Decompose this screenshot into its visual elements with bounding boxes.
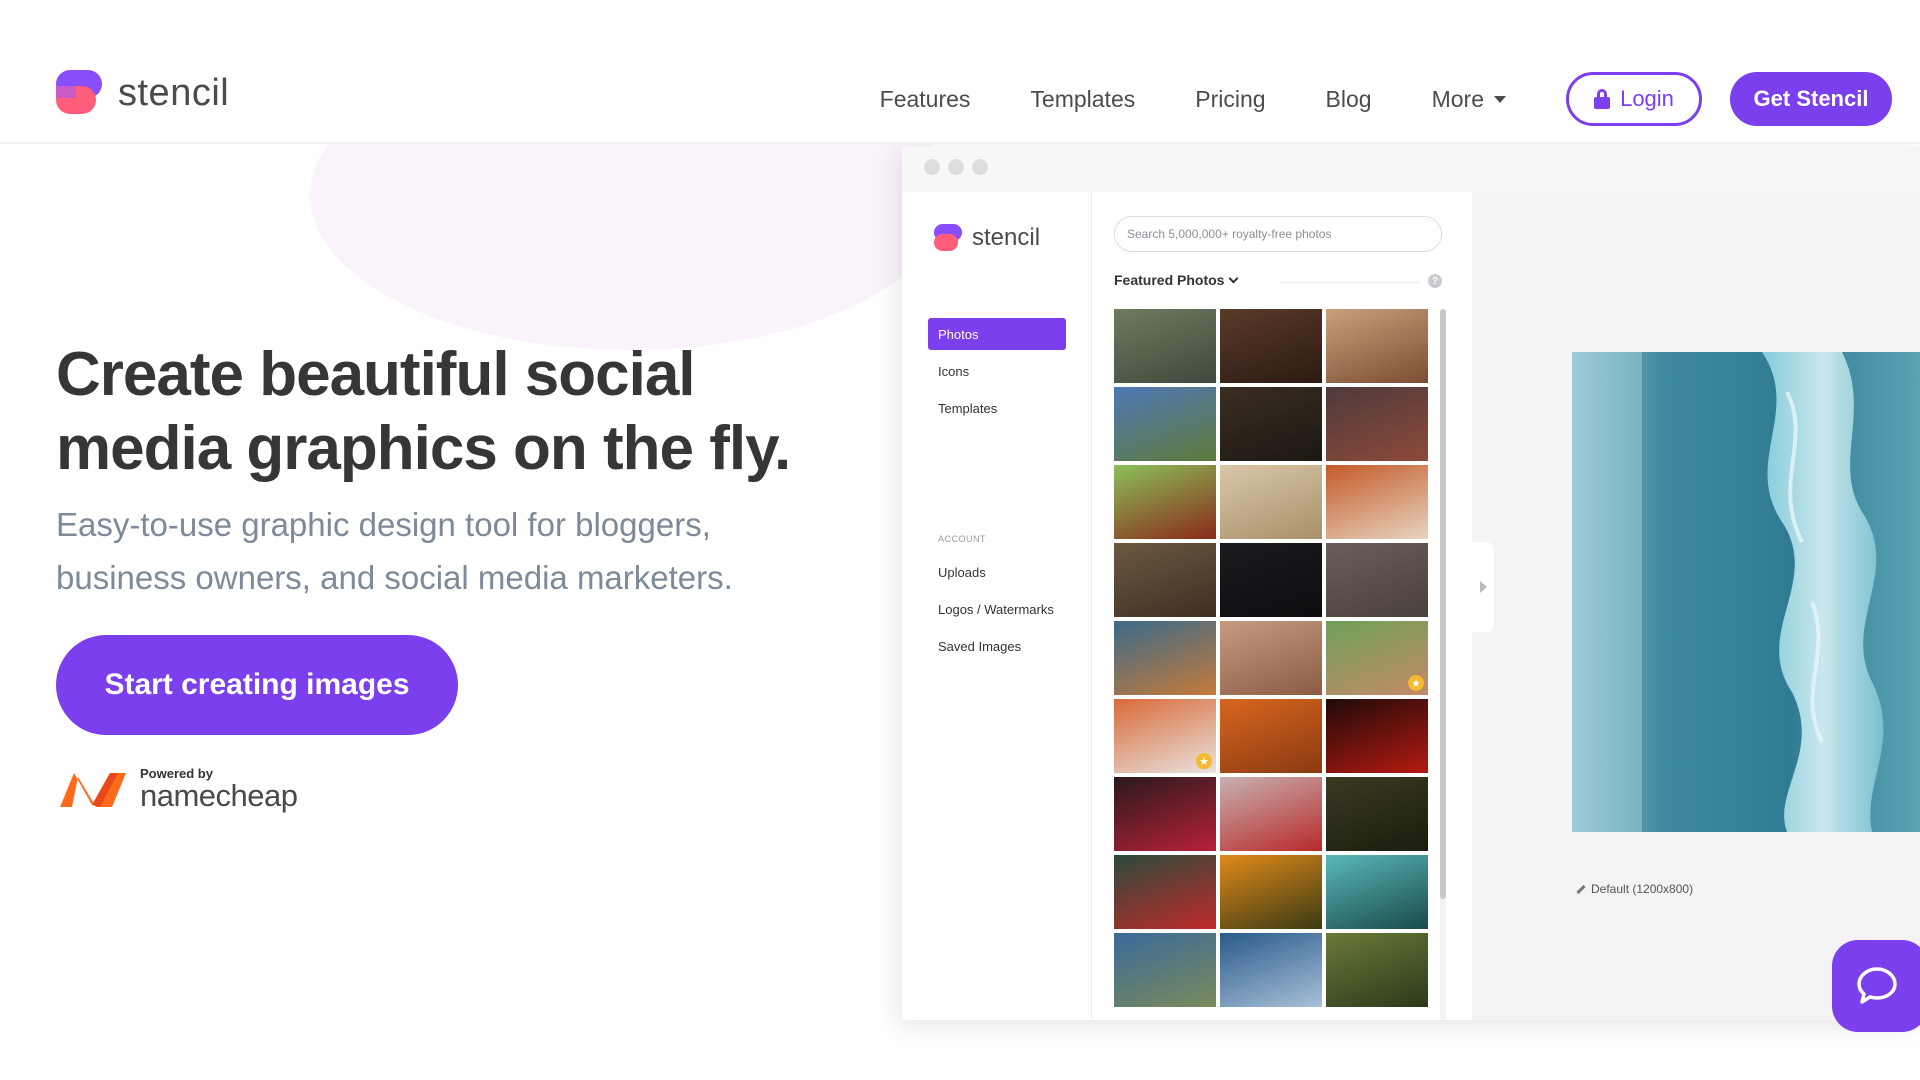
canvas-image[interactable] — [1572, 352, 1920, 832]
notebook-camera-photo[interactable] — [1326, 465, 1428, 539]
sidebar-item-logos-watermarks[interactable]: Logos / Watermarks — [928, 593, 1066, 625]
red-bag-photo[interactable]: ★ — [1114, 699, 1216, 773]
candle-photo[interactable] — [1326, 699, 1428, 773]
login-label: Login — [1620, 86, 1674, 111]
window-dot-icon — [948, 159, 964, 175]
app-logo: stencil — [934, 224, 1040, 252]
nav-templates[interactable]: Templates — [1030, 86, 1135, 113]
featured-photos-label: Featured Photos — [1114, 272, 1225, 288]
nav-blog[interactable]: Blog — [1326, 86, 1372, 113]
forest-path-photo[interactable] — [1114, 309, 1216, 383]
stencil-logo-icon — [934, 224, 962, 252]
autumn-path-photo[interactable] — [1220, 699, 1322, 773]
photo-grid: ★ ★ — [1114, 309, 1432, 1007]
canvas-area: Default (1200x800) — [1472, 192, 1920, 1020]
window-dot-icon — [924, 159, 940, 175]
app-preview: stencil Photos Icons Templates ACCOUNT U… — [902, 146, 1920, 1020]
sidebar-item-saved-images[interactable]: Saved Images — [928, 630, 1066, 662]
flower-box-photo[interactable] — [1114, 465, 1216, 539]
help-icon[interactable]: ? — [1428, 274, 1442, 288]
star-badge-icon: ★ — [1196, 753, 1212, 769]
logo-text: stencil — [118, 71, 230, 114]
get-stencil-button[interactable]: Get Stencil — [1730, 72, 1892, 126]
dark-interior-photo[interactable] — [1220, 387, 1322, 461]
cottage-photo[interactable] — [1114, 933, 1216, 1007]
window-dot-icon — [972, 159, 988, 175]
namecheap-logo-icon — [60, 772, 126, 807]
canvas-size-text: Default (1200x800) — [1591, 882, 1694, 896]
window-titlebar — [902, 146, 1920, 192]
wood-desk-photo[interactable] — [1114, 543, 1216, 617]
chevron-down-icon — [1229, 273, 1239, 283]
start-creating-button[interactable]: Start creating images — [56, 635, 458, 735]
red-flowers-photo[interactable] — [1114, 855, 1216, 929]
kids-kiss-photo[interactable]: ★ — [1326, 621, 1428, 695]
laptop-desk-photo[interactable] — [1114, 621, 1216, 695]
site-logo[interactable]: stencil — [56, 70, 229, 116]
scrollbar-thumb[interactable] — [1440, 309, 1446, 899]
orange-flowers-photo[interactable] — [1220, 855, 1322, 929]
sidebar-item-uploads[interactable]: Uploads — [928, 556, 1066, 588]
dandelion-photo[interactable] — [1326, 855, 1428, 929]
forest-light-photo[interactable] — [1326, 777, 1428, 851]
tree-canopy-photo[interactable] — [1326, 933, 1428, 1007]
site-header: stencil Features Templates Pricing Blog … — [0, 0, 1920, 144]
baby-sleeping-photo[interactable] — [1220, 621, 1322, 695]
powered-by-namecheap[interactable]: Powered by namecheap — [56, 766, 298, 811]
nav-features[interactable]: Features — [880, 86, 971, 113]
stencil-logo-icon — [56, 70, 102, 116]
chevron-right-icon — [1479, 581, 1487, 593]
app-logo-text: stencil — [972, 224, 1041, 251]
country-road-photo[interactable] — [1114, 387, 1216, 461]
panel-toggle-handle[interactable] — [1472, 542, 1494, 632]
sidebar-item-photos[interactable]: Photos — [928, 318, 1066, 350]
red-rose-photo[interactable] — [1114, 777, 1216, 851]
login-button[interactable]: Login — [1566, 72, 1702, 126]
lock-icon — [1594, 89, 1611, 109]
chat-widget-button[interactable] — [1832, 940, 1920, 1032]
hands-heart-photo[interactable] — [1326, 543, 1428, 617]
neon-heart-photo[interactable] — [1220, 543, 1322, 617]
main-nav: Features Templates Pricing Blog More Log… — [880, 72, 1892, 126]
canvas-size-label[interactable]: Default (1200x800) — [1576, 882, 1693, 896]
hero-title: Create beautiful social media graphics o… — [56, 340, 791, 483]
sidebar-item-icons[interactable]: Icons — [928, 355, 1066, 387]
nav-more[interactable]: More — [1432, 86, 1506, 113]
cupcakes-photo[interactable] — [1326, 387, 1428, 461]
sidebar-item-templates[interactable]: Templates — [928, 392, 1066, 424]
caret-down-icon — [1494, 95, 1506, 103]
nav-pricing[interactable]: Pricing — [1195, 86, 1265, 113]
divider — [1280, 282, 1420, 283]
namecheap-wordmark: namecheap — [140, 778, 298, 813]
photos-panel: Search 5,000,000+ royalty-free photos Fe… — [1092, 192, 1472, 1020]
nav-more-label: More — [1431, 85, 1484, 112]
hero-subtitle: Easy-to-use graphic design tool for blog… — [56, 506, 733, 596]
lake-mountains-photo[interactable] — [1220, 933, 1322, 1007]
featured-photos-dropdown[interactable]: Featured Photos — [1114, 272, 1239, 288]
bread-rolls-photo[interactable] — [1220, 465, 1322, 539]
app-sidebar: stencil Photos Icons Templates ACCOUNT U… — [902, 192, 1092, 1020]
chat-bubble-icon — [1857, 967, 1897, 1004]
pencil-icon — [1576, 884, 1586, 894]
star-badge-icon: ★ — [1408, 675, 1424, 691]
heart-tree-photo[interactable] — [1220, 777, 1322, 851]
baking-dough-photo[interactable] — [1220, 309, 1322, 383]
account-heading: ACCOUNT — [938, 534, 986, 544]
desk-flatlay-photo[interactable] — [1326, 309, 1428, 383]
photo-search-input[interactable]: Search 5,000,000+ royalty-free photos — [1114, 216, 1442, 252]
